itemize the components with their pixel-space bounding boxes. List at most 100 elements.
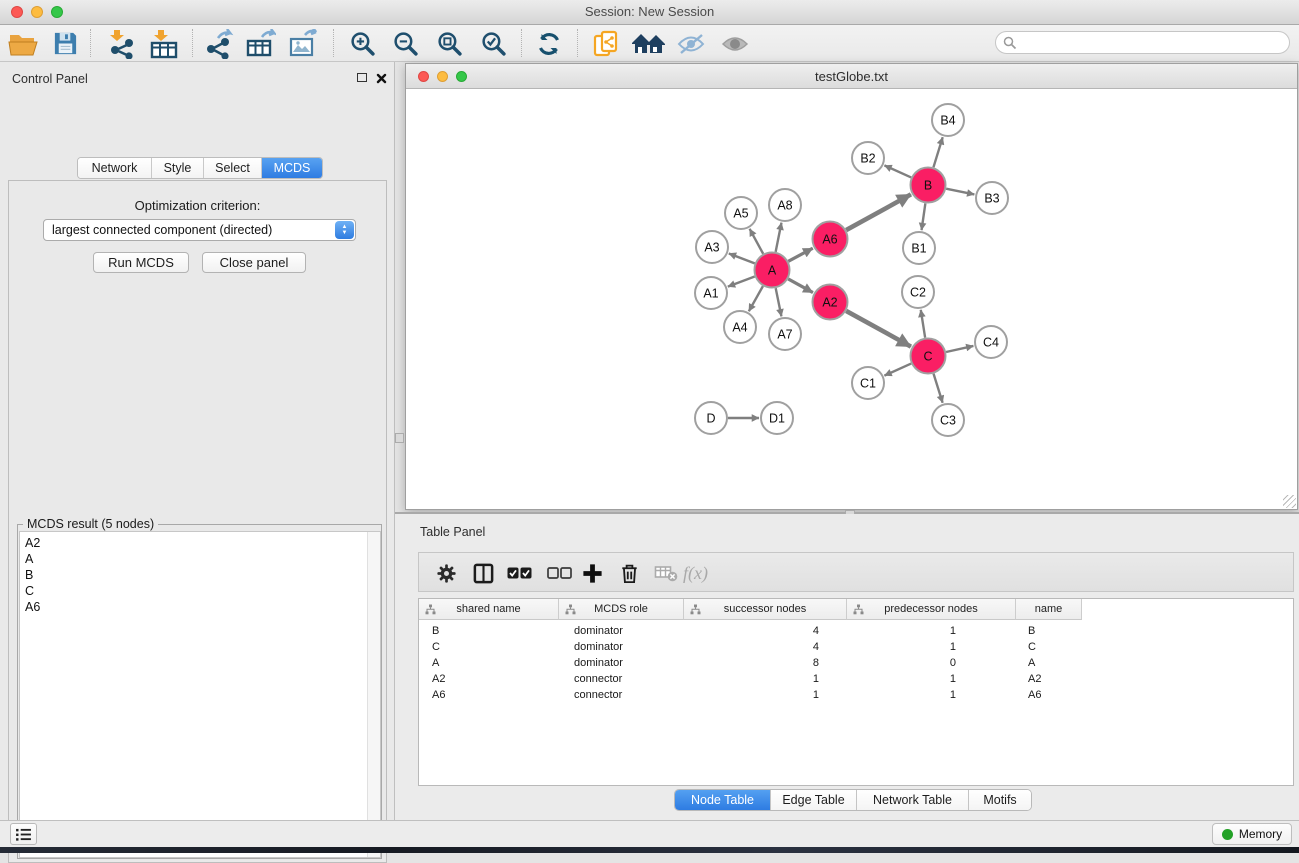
graph-node-B[interactable]: B (911, 168, 946, 203)
table-cell[interactable]: dominator (559, 623, 684, 639)
mcds-result-item[interactable]: A2 (20, 535, 380, 551)
table-cell[interactable]: dominator (559, 655, 684, 671)
task-history-button[interactable] (10, 823, 37, 845)
graph-node-C2[interactable]: C2 (902, 276, 934, 308)
graph-node-B1[interactable]: B1 (903, 232, 935, 264)
table-cell[interactable]: A (1016, 655, 1082, 671)
tab-network-table[interactable]: Network Table (857, 790, 969, 810)
graph-edge-C-C4[interactable] (946, 346, 973, 352)
graph-edge-A6-B[interactable] (846, 194, 911, 230)
table-cell[interactable]: connector (559, 671, 684, 687)
graph-node-A8[interactable]: A8 (769, 189, 801, 221)
table-cell[interactable]: A (419, 655, 559, 671)
graph-node-A7[interactable]: A7 (769, 318, 801, 350)
graph-node-C3[interactable]: C3 (932, 404, 964, 436)
tab-select[interactable]: Select (204, 158, 262, 178)
graph-edge-B-B3[interactable] (946, 189, 974, 195)
import-table-icon[interactable] (146, 27, 182, 60)
table-row[interactable]: Cdominator41C (419, 639, 1293, 655)
table-cell[interactable]: 1 (847, 671, 1016, 687)
graph-node-B4[interactable]: B4 (932, 104, 964, 136)
tab-network[interactable]: Network (78, 158, 152, 178)
table-row[interactable]: A2connector11A2 (419, 671, 1293, 687)
graph-edge-C-C3[interactable] (934, 374, 943, 403)
close-panel-button[interactable]: Close panel (202, 252, 306, 273)
table-cell[interactable]: 1 (684, 687, 847, 703)
graph-node-C1[interactable]: C1 (852, 367, 884, 399)
mcds-result-item[interactable]: B (20, 567, 380, 583)
refresh-icon[interactable] (531, 27, 567, 60)
select-all-icon[interactable] (507, 560, 532, 586)
delete-table-icon[interactable] (654, 560, 678, 586)
column-header-name[interactable]: name (1016, 599, 1082, 620)
table-cell[interactable]: 0 (847, 655, 1016, 671)
first-neighbors-icon[interactable] (628, 27, 668, 60)
table-cell[interactable]: 1 (847, 639, 1016, 655)
save-session-icon[interactable] (47, 27, 83, 60)
graph-node-B2[interactable]: B2 (852, 142, 884, 174)
graph-edge-A-A6[interactable] (788, 248, 812, 261)
graph-node-D[interactable]: D (695, 402, 727, 434)
search-input[interactable] (995, 31, 1290, 54)
zoom-out-icon[interactable] (387, 27, 423, 60)
graph-node-C[interactable]: C (911, 339, 946, 374)
tab-edge-table[interactable]: Edge Table (771, 790, 857, 810)
table-cell[interactable]: 4 (684, 639, 847, 655)
graph-edge-A-A8[interactable] (776, 223, 782, 252)
zoom-fit-icon[interactable] (431, 27, 467, 60)
memory-button[interactable]: Memory (1212, 823, 1292, 845)
table-cell[interactable]: A2 (419, 671, 559, 687)
copy-network-icon[interactable] (588, 27, 624, 60)
hide-selected-icon[interactable] (673, 27, 709, 60)
graph-edge-A-A4[interactable] (749, 286, 763, 311)
criterion-select[interactable]: largest connected component (directed) ▲… (43, 219, 356, 241)
mcds-result-item[interactable]: C (20, 583, 380, 599)
graph-node-A4[interactable]: A4 (724, 311, 756, 343)
tab-motifs[interactable]: Motifs (969, 790, 1031, 810)
graph-edge-A-A1[interactable] (728, 277, 755, 287)
graph-edge-A-A3[interactable] (729, 253, 755, 263)
graph-node-D1[interactable]: D1 (761, 402, 793, 434)
tab-node-table[interactable]: Node Table (675, 790, 771, 810)
graph-edge-B-B2[interactable] (884, 165, 911, 177)
table-cell[interactable]: 1 (684, 671, 847, 687)
table-cell[interactable]: A6 (419, 687, 559, 703)
graph-node-A5[interactable]: A5 (725, 197, 757, 229)
run-mcds-button[interactable]: Run MCDS (93, 252, 189, 273)
column-header-successor-nodes[interactable]: successor nodes (684, 599, 847, 620)
table-row[interactable]: A6connector11A6 (419, 687, 1293, 703)
zoom-selected-icon[interactable] (475, 27, 511, 60)
graph-node-A3[interactable]: A3 (696, 231, 728, 263)
close-panel-icon[interactable] (376, 73, 387, 84)
table-cell[interactable]: connector (559, 687, 684, 703)
table-cell[interactable]: B (1016, 623, 1082, 639)
graph-edge-A-A7[interactable] (776, 288, 782, 316)
table-cell[interactable]: 1 (847, 687, 1016, 703)
graph-edge-A-A5[interactable] (750, 229, 764, 254)
network-canvas-svg[interactable]: B4B2BB3A5A8A6A3B1AA1A2C2A4A7CC4C1C3DD1 (406, 89, 1297, 509)
divider-handle[interactable] (395, 433, 404, 443)
graph-edge-A2-C[interactable] (846, 311, 911, 347)
graph-node-A6[interactable]: A6 (813, 222, 848, 257)
graph-node-C4[interactable]: C4 (975, 326, 1007, 358)
graph-node-B3[interactable]: B3 (976, 182, 1008, 214)
mcds-result-list[interactable]: A2ABCA6 (19, 531, 381, 858)
column-header-predecessor-nodes[interactable]: predecessor nodes (847, 599, 1016, 620)
table-row[interactable]: Bdominator41B (419, 623, 1293, 639)
table-cell[interactable]: A2 (1016, 671, 1082, 687)
function-builder-icon[interactable]: f(x) (683, 560, 708, 586)
table-cell[interactable]: 8 (684, 655, 847, 671)
delete-column-icon[interactable] (618, 560, 641, 586)
table-cell[interactable]: 4 (684, 623, 847, 639)
export-image-icon[interactable] (286, 27, 322, 60)
table-cell[interactable]: 1 (847, 623, 1016, 639)
table-cell[interactable]: dominator (559, 639, 684, 655)
graph-node-A1[interactable]: A1 (695, 277, 727, 309)
export-table-icon[interactable] (243, 27, 279, 60)
graph-edge-C-C2[interactable] (921, 310, 925, 338)
add-column-icon[interactable] (581, 560, 604, 586)
table-cell[interactable]: A6 (1016, 687, 1082, 703)
graph-edge-B-B1[interactable] (922, 203, 926, 230)
table-cell[interactable]: C (1016, 639, 1082, 655)
float-panel-icon[interactable] (357, 73, 367, 82)
